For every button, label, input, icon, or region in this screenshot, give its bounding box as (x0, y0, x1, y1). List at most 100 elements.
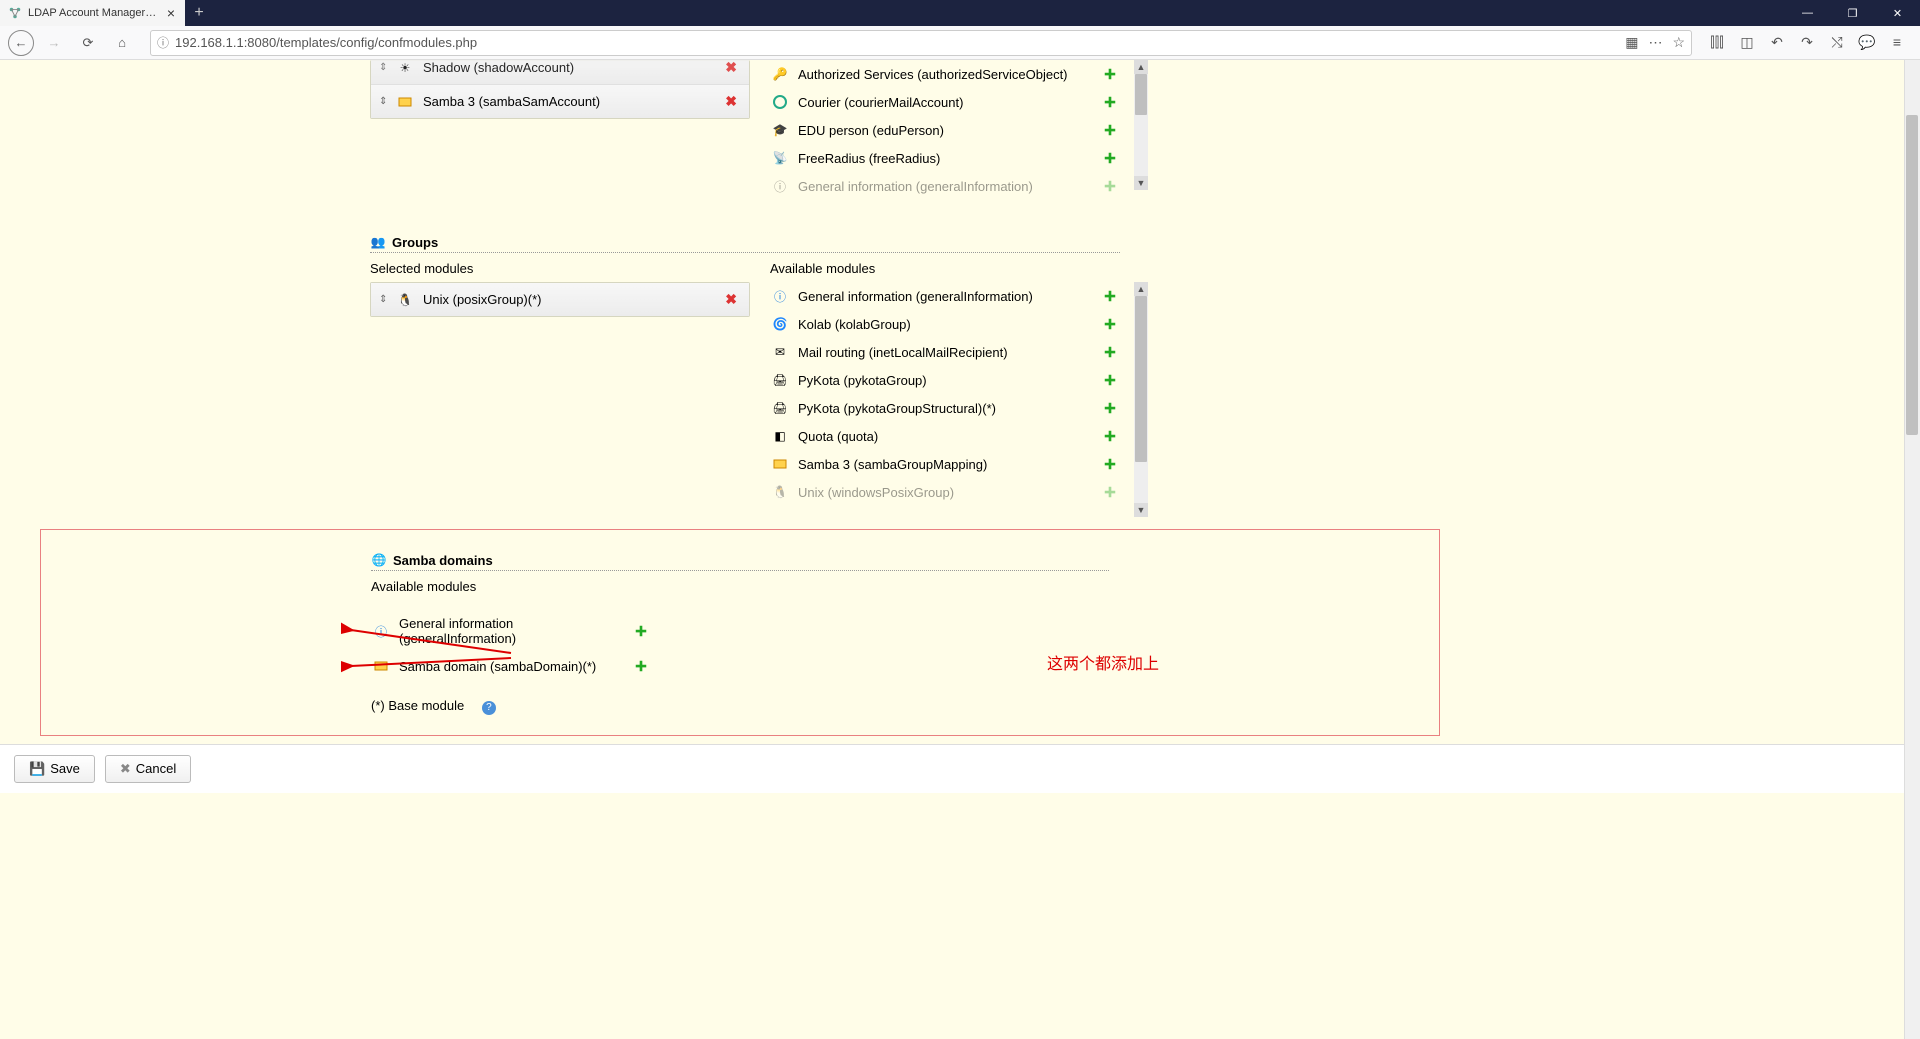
available-module-row: ◧ Quota (quota) (770, 422, 1120, 450)
section-title: Groups (392, 235, 438, 250)
new-tab-button[interactable]: + (185, 0, 213, 26)
site-info-icon[interactable]: ⓘ (157, 34, 169, 51)
add-icon[interactable] (1102, 344, 1118, 360)
maximize-icon[interactable]: ❐ (1830, 0, 1875, 26)
home-button[interactable]: ⌂ (108, 29, 136, 57)
edu-icon: 🎓 (772, 122, 788, 138)
linux-icon: 🐧 (397, 292, 413, 308)
add-icon[interactable] (633, 658, 649, 674)
drag-handle-icon[interactable]: ⇕ (379, 96, 387, 107)
selected-module-row[interactable]: ⇕ 🐧 Unix (posixGroup)(*) ✖ (371, 283, 749, 316)
remove-icon[interactable]: ✖ (721, 291, 741, 308)
selected-module-row[interactable]: ⇕ ☀ Shadow (shadowAccount) ✖ (371, 60, 749, 85)
module-label: Authorized Services (authorizedServiceOb… (798, 67, 1092, 82)
available-module-row: ✉ Mail routing (inetLocalMailRecipient) (770, 338, 1120, 366)
available-module-row: 🎓 EDU person (eduPerson) (770, 116, 1120, 144)
sync-icon[interactable]: ⤭ (1826, 34, 1848, 51)
browser-tab[interactable]: LDAP Account Manager Con × (0, 0, 185, 26)
available-module-row: 🖨 PyKota (pykotaGroupStructural)(*) (770, 394, 1120, 422)
library-icon[interactable]: ⫿⫿⫿ (1706, 34, 1728, 51)
section-title: Samba domains (393, 553, 493, 568)
chat-icon[interactable]: 💬 (1856, 34, 1878, 51)
footer-bar: 💾 Save ✖ Cancel (0, 744, 1904, 793)
cancel-button[interactable]: ✖ Cancel (105, 755, 191, 783)
bookmark-star-icon[interactable]: ☆ (1672, 34, 1685, 51)
add-icon[interactable] (1102, 122, 1118, 138)
module-label: Unix (windowsPosixGroup) (798, 485, 1092, 500)
remove-icon[interactable]: ✖ (721, 60, 741, 76)
add-icon[interactable] (1102, 428, 1118, 444)
available-modules-header: Available modules (371, 571, 1109, 600)
available-module-row: 🖨 PyKota (pykotaGroup) (770, 366, 1120, 394)
module-label: PyKota (pykotaGroup) (798, 373, 1092, 388)
module-label: Mail routing (inetLocalMailRecipient) (798, 345, 1092, 360)
remove-icon[interactable]: ✖ (721, 93, 741, 110)
url-input[interactable] (175, 35, 1619, 50)
save-button[interactable]: 💾 Save (14, 755, 95, 783)
back-button[interactable]: ← (8, 30, 34, 56)
available-module-row: 🐧 Unix (windowsPosixGroup) (770, 478, 1120, 506)
undo-icon[interactable]: ↶ (1766, 34, 1788, 51)
page-actions-icon[interactable]: ⋯ (1648, 34, 1662, 51)
inner-scrollbar[interactable]: ▲ ▼ (1134, 60, 1148, 190)
quota-icon: ◧ (772, 428, 788, 444)
samba-icon (772, 456, 788, 472)
printer-icon: 🖨 (772, 372, 788, 388)
redo-icon[interactable]: ↷ (1796, 34, 1818, 51)
add-icon[interactable] (1102, 150, 1118, 166)
selected-module-row[interactable]: ⇕ Samba 3 (sambaSamAccount) ✖ (371, 85, 749, 118)
qr-icon[interactable]: ▦ (1625, 34, 1638, 51)
scroll-down-icon[interactable]: ▼ (1134, 503, 1148, 517)
globe-icon: 🌐 (371, 552, 387, 568)
add-icon[interactable] (1102, 178, 1118, 194)
scroll-up-icon[interactable]: ▲ (1134, 282, 1148, 296)
drag-handle-icon[interactable]: ⇕ (379, 294, 387, 305)
tab-close-icon[interactable]: × (165, 5, 177, 21)
forward-button[interactable]: → (40, 29, 68, 57)
module-label: General information (generalInformation) (798, 289, 1092, 304)
samba-icon (397, 94, 413, 110)
annotation-highlight: 🌐 Samba domains Available modules ⓘ Gene… (40, 529, 1440, 736)
cancel-icon: ✖ (120, 761, 131, 777)
add-icon[interactable] (1102, 66, 1118, 82)
add-icon[interactable] (1102, 316, 1118, 332)
available-module-row: 📡 FreeRadius (freeRadius) (770, 144, 1120, 172)
help-icon[interactable]: ? (482, 701, 496, 715)
info-icon: ⓘ (772, 288, 788, 304)
module-label: Quota (quota) (798, 429, 1092, 444)
inner-scrollbar[interactable]: ▲ ▼ (1134, 282, 1148, 517)
browser-toolbar: ← → ⟳ ⌂ ⓘ ▦ ⋯ ☆ ⫿⫿⫿ ◫ ↶ ↷ ⤭ 💬 ≡ (0, 26, 1920, 60)
module-label: Samba 3 (sambaGroupMapping) (798, 457, 1092, 472)
add-icon[interactable] (1102, 484, 1118, 500)
module-label: PyKota (pykotaGroupStructural)(*) (798, 401, 1092, 416)
scroll-up-icon[interactable]: ▲ (1134, 60, 1148, 74)
base-module-note: (*) Base module ? (371, 698, 1109, 715)
add-icon[interactable] (1102, 372, 1118, 388)
drag-handle-icon[interactable]: ⇕ (379, 62, 387, 73)
add-icon[interactable] (1102, 400, 1118, 416)
available-module-row: ⓘ General information (generalInformatio… (371, 610, 651, 652)
users-selected-list: ⇕ ☀ Shadow (shadowAccount) ✖ ⇕ Samba 3 (… (370, 60, 750, 119)
module-label: EDU person (eduPerson) (798, 123, 1092, 138)
tab-title: LDAP Account Manager Con (28, 7, 159, 19)
menu-icon[interactable]: ≡ (1886, 34, 1908, 51)
groups-icon: 👥 (370, 234, 386, 250)
page-scrollbar[interactable] (1904, 60, 1920, 1039)
add-icon[interactable] (1102, 94, 1118, 110)
save-icon: 💾 (29, 761, 45, 777)
module-label: Courier (courierMailAccount) (798, 95, 1092, 110)
add-icon[interactable] (1102, 456, 1118, 472)
info-icon: ⓘ (373, 623, 389, 639)
scroll-down-icon[interactable]: ▼ (1134, 176, 1148, 190)
add-icon[interactable] (633, 623, 649, 639)
close-window-icon[interactable]: ✕ (1875, 0, 1920, 26)
minimize-icon[interactable]: — (1785, 0, 1830, 26)
address-bar[interactable]: ⓘ ▦ ⋯ ☆ (150, 30, 1692, 56)
available-module-row: ⓘ General information (generalInformatio… (770, 282, 1120, 310)
available-module-row: Samba domain (sambaDomain)(*) (371, 652, 651, 680)
sidebar-icon[interactable]: ◫ (1736, 34, 1758, 51)
add-icon[interactable] (1102, 288, 1118, 304)
groups-section-header: 👥 Groups (370, 230, 1120, 253)
mail-icon: ✉ (772, 344, 788, 360)
reload-button[interactable]: ⟳ (74, 29, 102, 57)
